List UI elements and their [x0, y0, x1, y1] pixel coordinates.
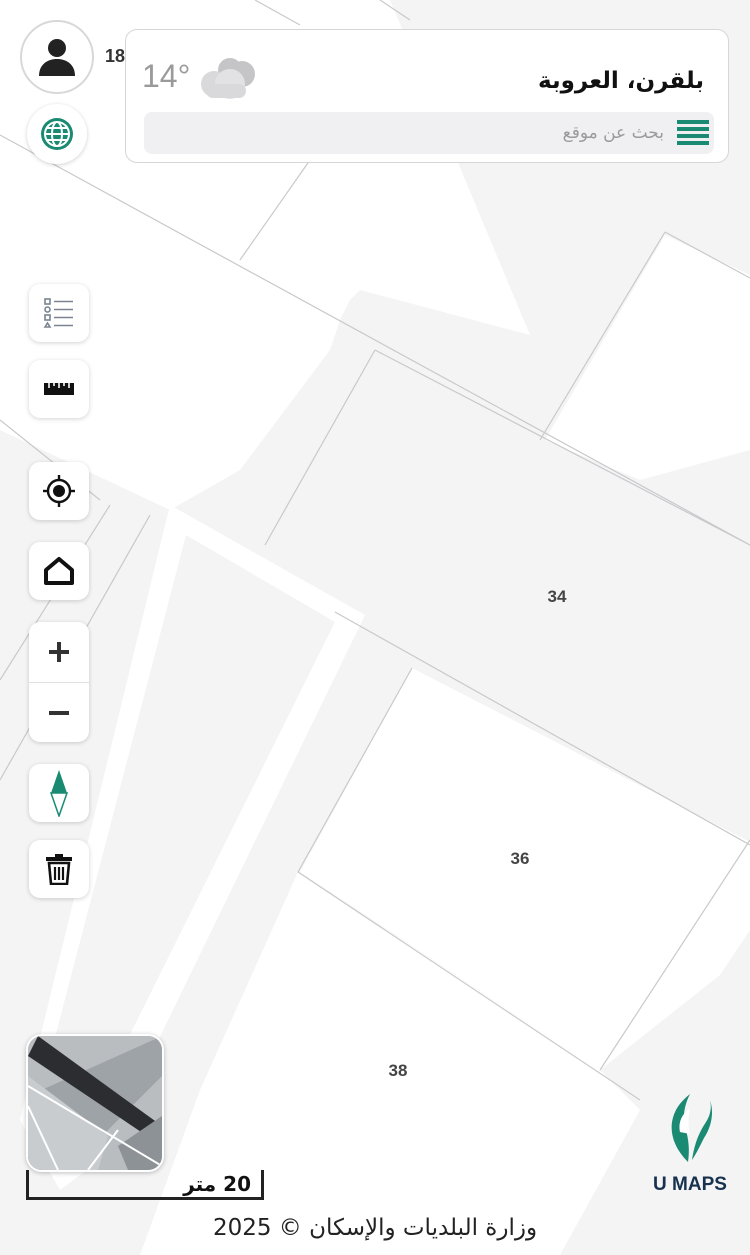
parcel-label-38[interactable]: 38 — [389, 1061, 408, 1081]
home-button[interactable] — [29, 542, 89, 600]
ruler-icon — [44, 383, 74, 395]
search-bar — [144, 112, 714, 154]
umaps-logo-icon — [671, 1094, 712, 1162]
satellite-toggle[interactable] — [26, 1034, 164, 1172]
scale-label: 20 متر — [183, 1172, 251, 1196]
temperature: 14° — [142, 58, 191, 94]
globe-button[interactable] — [27, 104, 87, 164]
compass-button[interactable] — [29, 764, 89, 822]
zoom-controls — [29, 622, 89, 742]
search-card: 14° بلقرن، العروبة — [125, 29, 729, 163]
measure-button[interactable] — [29, 360, 89, 418]
trash-icon — [46, 854, 72, 885]
logo-text: U MAPS — [653, 1174, 727, 1195]
user-icon — [39, 39, 75, 76]
menu-button[interactable] — [672, 112, 714, 154]
globe-icon — [41, 118, 73, 150]
cloud-icon — [201, 58, 255, 99]
search-input[interactable] — [144, 112, 674, 154]
locate-icon — [43, 475, 75, 507]
zoom-out-button[interactable] — [29, 683, 89, 743]
delete-button[interactable] — [29, 840, 89, 898]
locate-button[interactable] — [29, 462, 89, 520]
zoom-out-icon — [49, 711, 69, 715]
avatar-count: 18 — [105, 46, 126, 66]
location-title: بلقرن، العروبة — [538, 68, 704, 94]
legend-button[interactable] — [29, 284, 89, 342]
scale-bar: 20 متر — [26, 1170, 264, 1200]
parcel-label-34[interactable]: 34 — [548, 587, 567, 607]
copyright-footer: وزارة البلديات والإسكان © 2025 — [212, 1215, 538, 1241]
legend-icon — [43, 298, 73, 328]
menu-icon — [677, 120, 709, 145]
parcel-label-36[interactable]: 36 — [511, 849, 530, 869]
zoom-in-icon — [49, 642, 69, 662]
home-icon — [44, 557, 74, 585]
satellite-preview — [28, 1036, 162, 1170]
compass-icon — [49, 770, 69, 817]
umaps-logo: U MAPS — [645, 1092, 735, 1196]
user-avatar-button[interactable] — [20, 20, 94, 94]
zoom-in-button[interactable] — [29, 622, 89, 682]
